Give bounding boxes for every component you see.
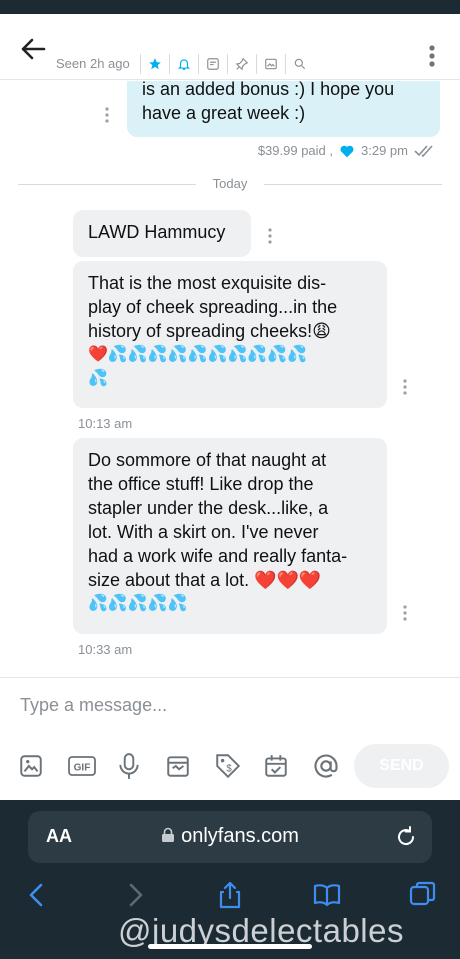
message-time: 3:29 pm — [361, 143, 408, 158]
url-text: onlyfans.com — [28, 825, 432, 848]
home-indicator[interactable] — [148, 944, 312, 949]
browser-forward-icon[interactable] — [120, 880, 150, 910]
gif-label: GIF — [74, 763, 91, 774]
vault-icon[interactable] — [165, 750, 214, 782]
emoji-line: ❤️💦💦💦💦💦💦💦💦💦💦 — [88, 346, 308, 363]
note-icon[interactable] — [198, 54, 227, 74]
message-line: LAWD Hammucy — [88, 222, 226, 242]
message-line: play of cheek spreading...in the — [88, 297, 338, 317]
message-line: Do sommore of that naught at — [88, 450, 327, 470]
emoji-line: 💦💦💦💦💦 — [88, 595, 188, 612]
svg-text:$: $ — [226, 763, 232, 774]
status-strip — [0, 0, 460, 14]
incoming-message: Do sommore of that naught at the office … — [73, 438, 387, 634]
date-divider: Today — [18, 176, 442, 192]
composer-toolbar: GIF $ — [18, 750, 361, 782]
message-line: size about that a lot. ❤️❤️❤️ — [88, 570, 322, 590]
header-icon-group — [140, 54, 314, 74]
message-list[interactable]: is an added bonus :) I hope you have a g… — [0, 81, 460, 676]
message-composer: Type a message... GIF $ SEND — [0, 677, 460, 800]
incoming-message: That is the most exquisite dis- play of … — [73, 261, 387, 408]
outgoing-message: is an added bonus :) I hope you have a g… — [127, 81, 440, 137]
paid-price: $39.99 paid , — [257, 143, 334, 158]
message-line: is an added bonus :) I hope you — [142, 81, 395, 99]
message-menu-icon[interactable] — [402, 603, 408, 623]
tabs-icon[interactable] — [408, 880, 438, 910]
message-menu-icon[interactable] — [104, 105, 110, 125]
divider-line — [264, 184, 442, 185]
price-tag-icon[interactable]: $ — [214, 750, 263, 782]
emoji-line: 💦 — [88, 370, 108, 387]
message-menu-icon[interactable] — [402, 377, 408, 397]
send-button[interactable]: SEND — [354, 744, 449, 788]
image-icon[interactable] — [18, 750, 67, 782]
browser-back-icon[interactable] — [22, 880, 52, 910]
back-arrow-icon[interactable] — [18, 34, 48, 64]
domain-label: onlyfans.com — [181, 825, 299, 847]
message-line: the office stuff! Like drop the — [88, 474, 314, 494]
image-icon[interactable] — [256, 54, 285, 74]
message-time: 10:13 am — [78, 416, 133, 431]
outgoing-meta: $39.99 paid , 3:29 pm — [258, 143, 436, 158]
pin-icon[interactable] — [227, 54, 256, 74]
message-line: have a great week :) — [142, 103, 306, 123]
more-options-icon[interactable] — [424, 36, 440, 76]
message-line: stapler under the desk...like, a — [88, 498, 329, 518]
message-line: history of spreading cheeks!😩 — [88, 321, 331, 341]
message-line: lot. With a skirt on. I've never — [88, 522, 319, 542]
seen-status: Seen 2h ago — [56, 56, 130, 71]
chat-header: Seen 2h ago — [0, 14, 460, 80]
search-icon[interactable] — [285, 54, 314, 74]
message-time: 10:33 am — [78, 642, 133, 657]
star-icon[interactable] — [140, 54, 169, 74]
heart-icon — [340, 145, 354, 157]
incoming-message: LAWD Hammucy — [73, 210, 251, 257]
reload-icon[interactable] — [394, 825, 418, 849]
bookmarks-icon[interactable] — [312, 880, 342, 910]
microphone-icon[interactable] — [116, 750, 165, 782]
gif-icon[interactable]: GIF — [67, 750, 116, 782]
share-icon[interactable] — [215, 880, 245, 910]
message-line: That is the most exquisite dis- — [88, 273, 327, 293]
address-bar[interactable]: AA onlyfans.com — [28, 811, 432, 863]
message-input[interactable]: Type a message... — [20, 695, 167, 716]
lock-icon — [162, 827, 175, 842]
double-check-icon — [414, 144, 433, 157]
calendar-icon[interactable] — [263, 750, 312, 782]
message-line: had a work wife and really fanta- — [88, 546, 348, 566]
message-menu-icon[interactable] — [267, 226, 273, 246]
bell-icon[interactable] — [169, 54, 198, 74]
